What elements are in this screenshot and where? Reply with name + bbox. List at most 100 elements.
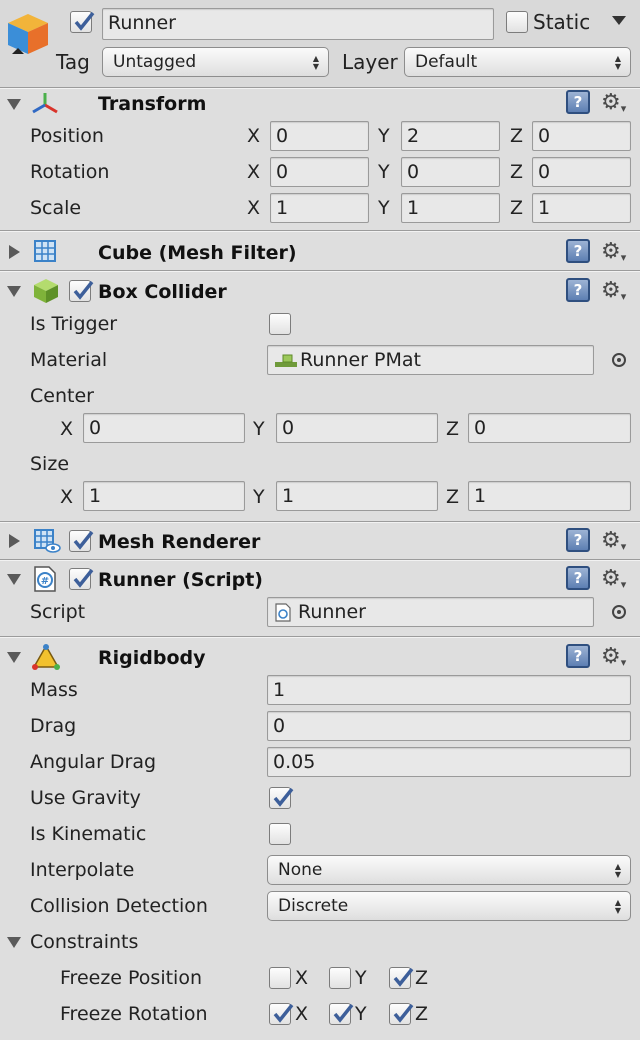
mesh-filter-header[interactable]: Cube (Mesh Filter) ? ⚙▾ <box>0 237 640 267</box>
freeze-rotation-x-checkbox[interactable] <box>269 1003 294 1025</box>
help-icon[interactable]: ? <box>566 90 590 114</box>
axis-x-label: X <box>247 197 261 219</box>
gear-icon[interactable]: ⚙▾ <box>601 645 626 672</box>
collision-detection-dropdown[interactable]: Discrete ▲ ▼ <box>267 891 631 921</box>
active-checkbox[interactable] <box>70 11 95 33</box>
material-object-field[interactable]: Runner PMat <box>267 345 594 375</box>
collision-detection-value: Discrete <box>278 896 349 916</box>
position-y-field[interactable]: 2 <box>401 121 500 151</box>
gear-icon[interactable]: ⚙▾ <box>601 240 626 267</box>
mesh-renderer-header[interactable]: Mesh Renderer ? ⚙▾ <box>0 526 640 556</box>
size-x-field[interactable]: 1 <box>83 481 245 511</box>
foldout-expanded-icon[interactable] <box>7 652 21 663</box>
box-collider-header[interactable]: Box Collider ? ⚙▾ <box>0 276 640 306</box>
size-y-field[interactable]: 1 <box>276 481 438 511</box>
angular-drag-field[interactable]: 0.05 <box>267 747 631 777</box>
runner-script-header[interactable]: # Runner (Script) ? ⚙▾ <box>0 564 640 594</box>
center-y-field[interactable]: 0 <box>276 413 438 443</box>
help-icon[interactable]: ? <box>566 528 590 552</box>
help-icon[interactable]: ? <box>566 644 590 668</box>
interpolate-dropdown[interactable]: None ▲ ▼ <box>267 855 631 885</box>
material-label: Material <box>30 349 108 371</box>
script-file-icon <box>275 603 291 622</box>
divider <box>0 271 640 272</box>
gear-icon[interactable]: ⚙▾ <box>601 567 626 594</box>
center-z-field[interactable]: 0 <box>468 413 631 443</box>
transform-header[interactable]: Transform ? ⚙▾ <box>0 89 640 119</box>
layer-dropdown[interactable]: Default ▲ ▼ <box>404 47 631 77</box>
freeze-position-x-checkbox[interactable] <box>269 967 291 989</box>
help-icon[interactable]: ? <box>566 239 590 263</box>
checkmark-icon <box>73 568 94 588</box>
use-gravity-checkbox[interactable] <box>269 787 294 809</box>
is-trigger-checkbox[interactable] <box>269 313 291 335</box>
scale-y-field[interactable]: 1 <box>401 193 500 223</box>
script-object-field[interactable]: Runner <box>267 597 594 627</box>
tag-dropdown[interactable]: Untagged ▲ ▼ <box>102 47 329 77</box>
use-gravity-label: Use Gravity <box>30 787 141 809</box>
mesh-filter-title: Cube (Mesh Filter) <box>98 242 297 264</box>
freeze-rotation-y-checkbox[interactable] <box>329 1003 354 1025</box>
checkmark-icon <box>333 1003 354 1023</box>
gameobject-cube-icon <box>8 14 48 54</box>
mesh-renderer-title: Mesh Renderer <box>98 531 261 553</box>
rotation-y-field[interactable]: 0 <box>401 157 500 187</box>
checkmark-icon <box>393 1003 414 1023</box>
freeze-rotation-z-label: Z <box>415 1003 429 1025</box>
foldout-expanded-icon[interactable] <box>7 286 21 297</box>
object-picker-icon[interactable] <box>612 605 626 619</box>
axis-z-label: Z <box>510 161 524 183</box>
runner-script-enabled-checkbox[interactable] <box>69 568 94 590</box>
gear-icon[interactable]: ⚙▾ <box>601 91 626 118</box>
freeze-position-z-checkbox[interactable] <box>389 967 414 989</box>
scale-x-field[interactable]: 1 <box>270 193 369 223</box>
static-dropdown-icon[interactable] <box>612 16 626 25</box>
size-label: Size <box>30 453 70 475</box>
mesh-filter-grid-icon <box>34 240 56 262</box>
layer-label: Layer <box>342 50 398 74</box>
svg-text:#: # <box>41 576 49 587</box>
mass-field[interactable]: 1 <box>267 675 631 705</box>
size-z-field[interactable]: 1 <box>468 481 631 511</box>
mesh-renderer-icon <box>34 529 61 553</box>
freeze-rotation-z-checkbox[interactable] <box>389 1003 414 1025</box>
object-name-field[interactable]: Runner <box>102 8 494 40</box>
is-trigger-label: Is Trigger <box>30 313 118 335</box>
foldout-expanded-icon[interactable] <box>7 99 21 110</box>
position-x-field[interactable]: 0 <box>270 121 369 151</box>
center-x-field[interactable]: 0 <box>83 413 245 443</box>
gear-icon[interactable]: ⚙▾ <box>601 279 626 306</box>
drag-label: Drag <box>30 715 77 737</box>
foldout-collapsed-icon[interactable] <box>9 534 20 548</box>
foldout-expanded-icon[interactable] <box>7 574 21 585</box>
object-picker-icon[interactable] <box>612 353 626 367</box>
axis-x-label: X <box>60 418 74 440</box>
freeze-position-y-label: Y <box>355 967 367 989</box>
is-kinematic-checkbox[interactable] <box>269 823 291 845</box>
axis-y-label: Y <box>253 418 265 440</box>
updown-arrows-icon: ▲ ▼ <box>312 54 319 71</box>
gear-icon[interactable]: ⚙▾ <box>601 529 626 556</box>
scale-label: Scale <box>30 197 82 219</box>
help-icon[interactable]: ? <box>566 278 590 302</box>
scale-z-field[interactable]: 1 <box>532 193 631 223</box>
foldout-expanded-icon[interactable] <box>7 937 21 948</box>
script-value: Runner <box>298 601 366 623</box>
static-checkbox[interactable] <box>506 11 528 33</box>
foldout-collapsed-icon[interactable] <box>9 245 20 259</box>
mesh-renderer-enabled-checkbox[interactable] <box>69 530 94 552</box>
rigidbody-title: Rigidbody <box>98 647 206 669</box>
axis-y-label: Y <box>378 125 390 147</box>
transform-title: Transform <box>98 93 207 115</box>
help-icon[interactable]: ? <box>566 566 590 590</box>
drag-field[interactable]: 0 <box>267 711 631 741</box>
rotation-x-field[interactable]: 0 <box>270 157 369 187</box>
position-z-field[interactable]: 0 <box>532 121 631 151</box>
updown-arrows-icon: ▲ ▼ <box>614 898 621 915</box>
freeze-position-y-checkbox[interactable] <box>329 967 351 989</box>
box-collider-enabled-checkbox[interactable] <box>69 280 94 302</box>
rigidbody-header[interactable]: Rigidbody ? ⚙▾ <box>0 642 640 672</box>
rotation-z-field[interactable]: 0 <box>532 157 631 187</box>
interpolate-value: None <box>278 860 323 880</box>
static-label: Static <box>533 10 591 34</box>
